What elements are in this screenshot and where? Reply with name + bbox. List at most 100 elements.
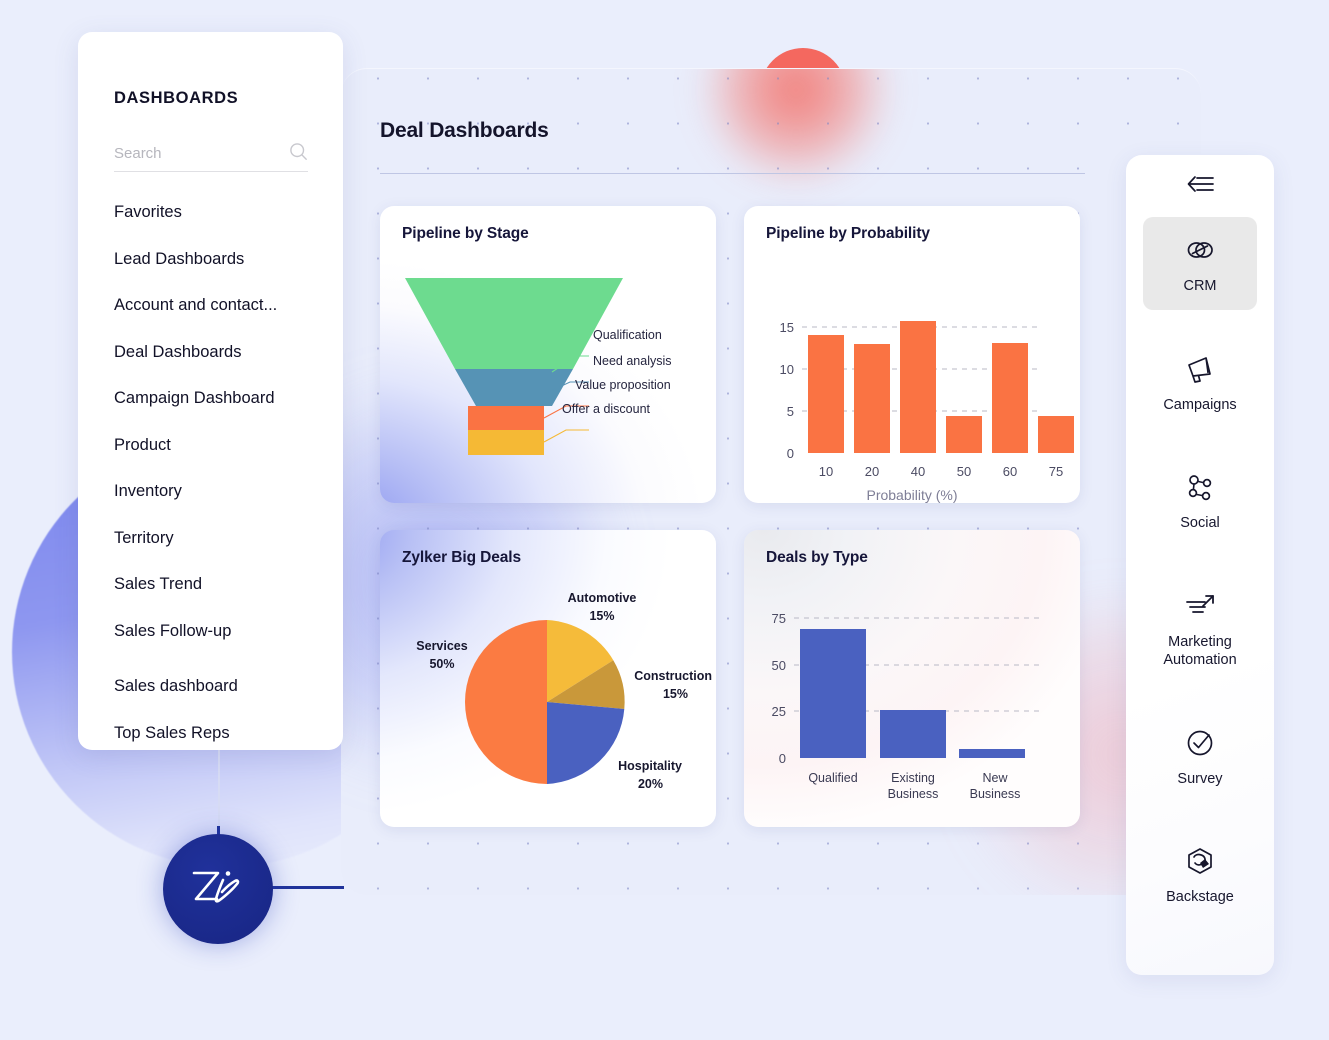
leader-offer-a-discount [543, 429, 589, 443]
xtick-new-business-2: Business [970, 787, 1021, 801]
pie-value-construction: 15% [663, 687, 688, 701]
xtick-10: 10 [819, 464, 833, 479]
pie-svg: Automotive 15% Construction 15% Hospital… [416, 591, 712, 791]
rail-label-campaigns: Campaigns [1163, 396, 1237, 413]
sidebar-list: Favorites Lead Dashboards Account and co… [114, 189, 324, 756]
bar-60 [992, 343, 1028, 453]
sidebar-item-inventory[interactable]: Inventory [114, 468, 324, 515]
sidebar-item-product[interactable]: Product [114, 422, 324, 469]
rail-label-marketing-automation: Marketing Automation [1163, 633, 1237, 669]
rail-label-crm: CRM [1183, 278, 1217, 294]
pie-slice-hospitality [547, 702, 625, 784]
bar-qualified [800, 629, 866, 758]
sidebar-item-sales-follow-up[interactable]: Sales Follow-up [114, 608, 324, 655]
rail-item-backstage[interactable]: Backstage [1143, 828, 1257, 921]
rail-label-survey: Survey [1177, 770, 1223, 787]
funnel-label-value-proposition: Value proposition [575, 378, 671, 392]
megaphone-icon [1147, 352, 1253, 386]
app-screenshot: Deal Dashboards Pipeline by Stage Qualif… [0, 0, 1329, 1040]
xtick-50: 50 [957, 464, 971, 479]
bar-75 [1038, 416, 1074, 453]
ytick-50: 50 [772, 658, 786, 673]
xtick-existing-business-2: Business [888, 787, 939, 801]
sidebar-item-deal-dashboards[interactable]: Deal Dashboards [114, 329, 324, 376]
funnel-segment-value-proposition [468, 406, 544, 430]
rail-item-social[interactable]: Social [1143, 454, 1257, 547]
zia-assistant-button[interactable] [163, 834, 273, 944]
xtick-qualified: Qualified [808, 771, 857, 785]
hexagon-box-icon [1147, 844, 1253, 878]
pie-value-services: 50% [429, 657, 454, 671]
rail-label-backstage: Backstage [1166, 889, 1234, 906]
sidebar-title: DASHBOARDS [114, 89, 239, 107]
collapse-left-icon[interactable] [1126, 173, 1274, 195]
bar-50 [946, 416, 982, 453]
sidebar-item-lead-dashboards[interactable]: Lead Dashboards [114, 236, 324, 283]
sidebar-item-sales-trend[interactable]: Sales Trend [114, 561, 324, 608]
sidebar-search[interactable] [114, 136, 308, 172]
connector-line-horizontal [270, 886, 344, 889]
xtick-40: 40 [911, 464, 925, 479]
card-pipeline-by-stage[interactable]: Pipeline by Stage Qualification Need ana… [380, 206, 716, 503]
funnel-label-need-analysis: Need analysis [593, 354, 672, 368]
sidebar-item-territory[interactable]: Territory [114, 515, 324, 562]
pie-label-hospitality: Hospitality [618, 759, 682, 773]
search-icon [289, 142, 308, 166]
apps-rail-items: CRM Campaigns Social Marketing Automatio… [1126, 217, 1274, 947]
funnel-chart: Qualification Need analysis Value propos… [380, 206, 716, 503]
bar-existing-business [880, 710, 946, 758]
pie-label-construction: Construction [634, 669, 712, 683]
check-circle-icon [1147, 726, 1253, 760]
xtick-new-business-1: New [982, 771, 1008, 785]
pie-label-automotive: Automotive [568, 591, 637, 605]
ytick-5: 5 [787, 404, 794, 419]
funnel-label-qualification: Qualification [593, 328, 662, 342]
trend-arrow-icon [1147, 589, 1253, 623]
dashboards-sidebar: DASHBOARDS Favorites Lead Dashboards Acc… [78, 32, 343, 750]
rail-item-marketing-automation[interactable]: Marketing Automation [1143, 573, 1257, 684]
ytick-25: 25 [772, 704, 786, 719]
pie-label-services: Services [416, 639, 467, 653]
sidebar-item-campaign-dashboard[interactable]: Campaign Dashboard [114, 375, 324, 422]
bar-40 [900, 321, 936, 453]
funnel-segment-need-analysis [455, 369, 573, 406]
ytick-0: 0 [787, 446, 794, 461]
xtick-75: 75 [1049, 464, 1063, 479]
search-input[interactable] [114, 145, 264, 162]
pie-value-automotive: 15% [589, 609, 614, 623]
funnel-label-offer-a-discount: Offer a discount [562, 402, 651, 416]
sidebar-item-top-sales-reps[interactable]: Top Sales Reps [114, 710, 324, 757]
card-zylker-big-deals[interactable]: Zylker Big Deals Automotive 15% Construc… [380, 530, 716, 827]
rail-item-crm[interactable]: CRM [1143, 217, 1257, 310]
rail-item-survey[interactable]: Survey [1143, 710, 1257, 803]
sidebar-item-account-and-contact[interactable]: Account and contact... [114, 282, 324, 329]
bar-new-business [959, 749, 1025, 758]
dashboard-panel: Deal Dashboards Pipeline by Stage Qualif… [341, 68, 1201, 895]
ytick-75: 75 [772, 611, 786, 626]
sidebar-item-favorites[interactable]: Favorites [114, 189, 324, 236]
xtick-60: 60 [1003, 464, 1017, 479]
card-pipeline-by-probability[interactable]: Pipeline by Probability 0 5 10 15 10 20 … [744, 206, 1080, 503]
xtick-existing-business-1: Existing [891, 771, 935, 785]
pie-value-hospitality: 20% [638, 777, 663, 791]
x-axis-caption: Probability (%) [866, 487, 957, 503]
sidebar-item-sales-dashboard[interactable]: Sales dashboard [114, 663, 324, 710]
page-title: Deal Dashboards [380, 119, 549, 142]
zia-logo-icon [187, 864, 249, 915]
panel-header: Deal Dashboards [380, 119, 1085, 174]
deals-by-type-svg: 75 50 25 0 Qualified Existing Business N… [772, 611, 1040, 801]
funnel-segment-qualification [405, 278, 623, 369]
header-divider [380, 173, 1085, 174]
ytick-10: 10 [780, 362, 794, 377]
card-deals-by-type[interactable]: Deals by Type 75 50 25 0 Qualified Exist… [744, 530, 1080, 827]
xtick-20: 20 [865, 464, 879, 479]
ytick-0: 0 [779, 751, 786, 766]
ytick-15: 15 [780, 320, 794, 335]
apps-rail: CRM Campaigns Social Marketing Automatio… [1126, 155, 1274, 975]
funnel-segment-offer-a-discount [468, 430, 544, 455]
bar-10 [808, 335, 844, 453]
share-network-icon [1147, 470, 1253, 504]
rail-label-social: Social [1180, 515, 1220, 532]
rail-item-campaigns[interactable]: Campaigns [1143, 336, 1257, 429]
crm-links-icon [1147, 233, 1253, 267]
